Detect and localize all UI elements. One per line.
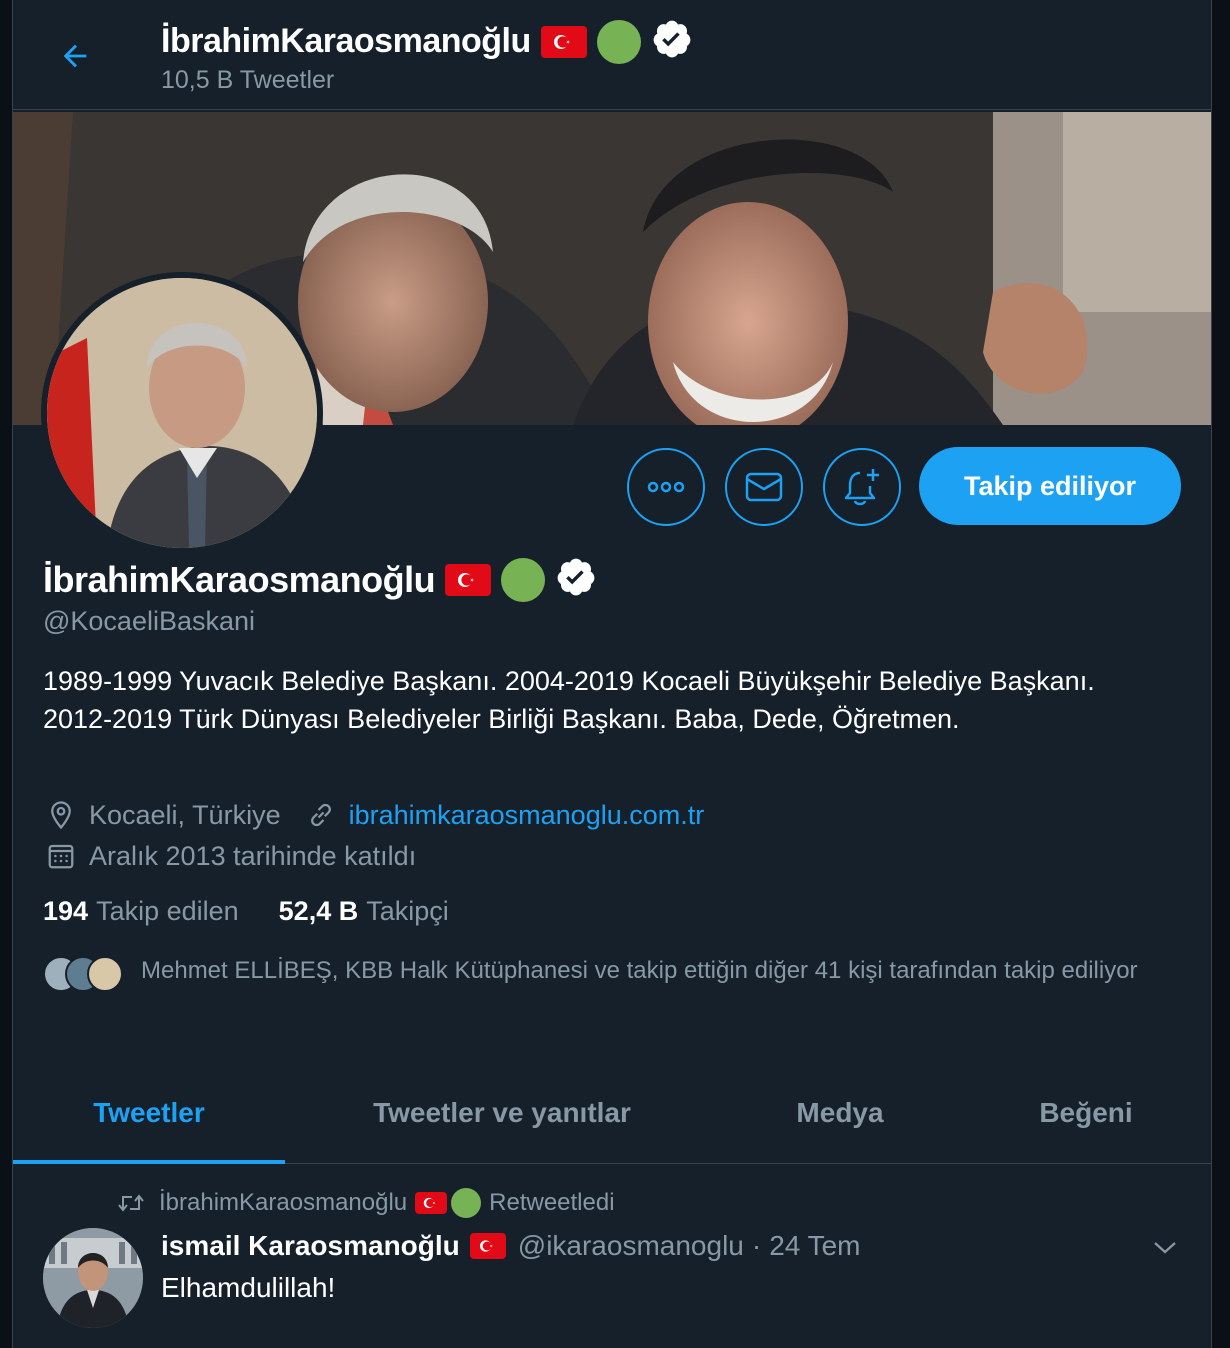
followed-by[interactable]: Mehmet ELLİBEŞ, KBB Halk Kütüphanesi ve … xyxy=(43,952,1183,996)
retweet-icon xyxy=(118,1194,144,1212)
turkish-flag-icon xyxy=(540,25,587,58)
notification-bell-icon xyxy=(844,469,879,506)
green-circle-icon xyxy=(596,19,641,64)
avatar xyxy=(87,956,123,992)
profile-stats: 194 Takip edilen 52,4 B Takipçi xyxy=(43,896,449,927)
header-name: İbrahimKaraosmanoğlu xyxy=(161,22,531,60)
profile-name-row: İbrahimKaraosmanoğlu xyxy=(43,556,597,603)
tweet-separator: · xyxy=(751,1230,762,1261)
profile-avatar[interactable] xyxy=(41,272,323,554)
profile-meta-row: Kocaeli, Türkiye ibrahimkaraosmanoglu.co… xyxy=(43,797,704,833)
tab-media[interactable]: Medya xyxy=(719,1062,961,1163)
top-bar: İbrahimKaraosmanoğlu 10,5 B Tweetler xyxy=(13,0,1211,110)
more-icon xyxy=(647,481,685,493)
avatar-photo xyxy=(47,278,317,548)
tab-likes[interactable]: Beğeni xyxy=(961,1062,1211,1163)
followers-count: 52,4 B xyxy=(278,896,359,926)
followed-by-avatars xyxy=(43,956,129,996)
profile-tabs: Tweetler Tweetler ve yanıtlar Medya Beğe… xyxy=(13,1062,1211,1164)
profile-bio: 1989-1999 Yuvacık Belediye Başkanı. 2004… xyxy=(43,666,1095,734)
tweet-text: Elhamdulillah! xyxy=(161,1272,336,1303)
turkish-flag-icon xyxy=(415,1192,448,1214)
turkish-flag-icon xyxy=(469,1233,506,1259)
tweet-count: 10,5 B Tweetler xyxy=(161,66,335,94)
following-stat[interactable]: 194 Takip edilen xyxy=(43,896,239,927)
profile-handle: @KocaeliBaskani xyxy=(43,606,256,636)
chevron-down-icon xyxy=(1154,1242,1176,1254)
retweet-label: Retweetledi xyxy=(489,1189,615,1216)
tweet-author-avatar[interactable] xyxy=(43,1228,143,1328)
verified-badge-icon xyxy=(651,18,693,65)
retweet-context: İbrahimKaraosmanoğlu Retweetledi xyxy=(117,1188,615,1218)
header-title: İbrahimKaraosmanoğlu xyxy=(161,18,693,65)
tweet-author-name[interactable]: ismail Karaosmanoğlu xyxy=(161,1230,460,1262)
link-icon xyxy=(303,797,339,833)
tweet-menu-button[interactable] xyxy=(1149,1232,1181,1264)
tab-tweets-and-replies[interactable]: Tweetler ve yanıtlar xyxy=(285,1062,719,1163)
avatar-photo xyxy=(43,1228,143,1328)
profile-joined-row: Aralık 2013 tarihinde katıldı xyxy=(43,838,416,874)
back-button[interactable] xyxy=(55,36,95,76)
followers-label: Takipçi xyxy=(366,896,449,926)
calendar-icon xyxy=(43,838,79,874)
profile-website-link[interactable]: ibrahimkaraosmanoglu.com.tr xyxy=(349,800,705,831)
followers-stat[interactable]: 52,4 B Takipçi xyxy=(279,896,449,927)
green-circle-icon xyxy=(501,557,546,602)
turkish-flag-icon xyxy=(445,563,492,596)
profile-page: İbrahimKaraosmanoğlu 10,5 B Tweetler Tak… xyxy=(12,0,1212,1348)
location-icon xyxy=(43,797,79,833)
tab-tweets[interactable]: Tweetler xyxy=(13,1062,285,1164)
following-button[interactable]: Takip ediliyor xyxy=(919,447,1181,525)
profile-location: Kocaeli, Türkiye xyxy=(89,799,281,830)
profile-joined: Aralık 2013 tarihinde katıldı xyxy=(89,840,417,871)
green-circle-icon xyxy=(451,1188,482,1218)
followed-by-text: Mehmet ELLİBEŞ, KBB Halk Kütüphanesi ve … xyxy=(141,957,1138,984)
notifications-button[interactable] xyxy=(823,448,901,526)
message-button[interactable] xyxy=(725,448,803,526)
profile-name: İbrahimKaraosmanoğlu xyxy=(43,558,436,600)
tweet-author-handle[interactable]: @ikaraosmanoglu xyxy=(518,1230,744,1262)
more-button[interactable] xyxy=(627,448,705,526)
verified-badge-icon xyxy=(555,556,597,603)
retweeter-name[interactable]: İbrahimKaraosmanoğlu xyxy=(159,1189,407,1217)
tweet-header: ismail Karaosmanoğlu @ikaraosmanoglu · 2… xyxy=(161,1230,861,1262)
following-count: 194 xyxy=(43,896,89,926)
tweet-date[interactable]: 24 Tem xyxy=(769,1230,860,1262)
following-label: Takip edilen xyxy=(96,896,239,926)
back-arrow-icon xyxy=(63,44,87,68)
mail-icon xyxy=(745,472,783,502)
